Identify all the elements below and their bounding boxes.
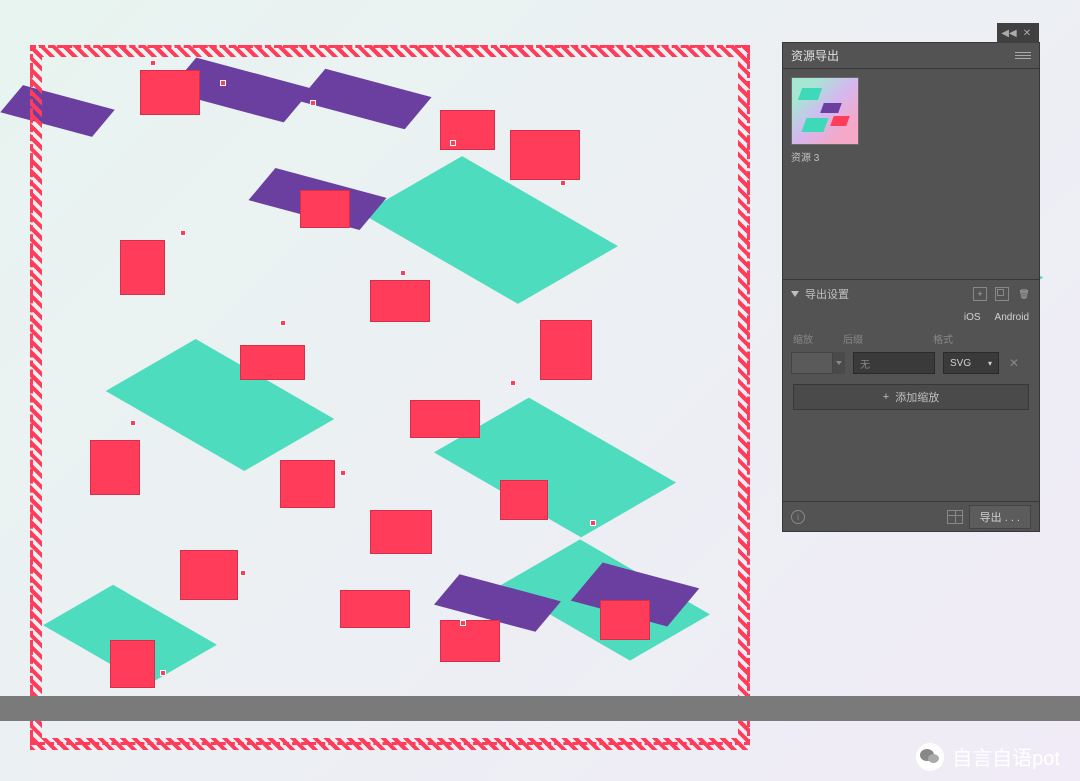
add-grid-icon[interactable]: +: [973, 287, 987, 301]
header-scale: 缩放: [793, 331, 843, 346]
panel-footer: i 导出 . . .: [783, 501, 1039, 531]
format-value: SVG: [950, 358, 971, 369]
scale-dropdown-icon[interactable]: [833, 352, 845, 374]
add-scale-button[interactable]: + 添加缩放: [793, 384, 1029, 410]
export-button[interactable]: 导出 . . .: [969, 505, 1031, 529]
panel-close-icon[interactable]: ✕: [1019, 25, 1035, 41]
wechat-icon: [916, 743, 944, 771]
info-icon[interactable]: i: [791, 510, 805, 524]
asset-thumbnail[interactable]: [791, 77, 859, 145]
bottom-scrollbar-track[interactable]: [0, 696, 1080, 721]
asset-list[interactable]: 资源 3: [783, 69, 1039, 279]
watermark: 自言自语pot: [916, 742, 1060, 771]
remove-row-icon[interactable]: ✕: [1007, 356, 1021, 370]
panel-title: 资源导出: [791, 47, 1015, 64]
export-settings-title: 导出设置: [805, 286, 967, 302]
plus-icon: +: [883, 391, 889, 403]
selection-marquee: [30, 45, 750, 750]
section-toggle-icon[interactable]: [791, 291, 799, 297]
panel-window-controls: ◀◀ ✕: [997, 23, 1039, 43]
suffix-input[interactable]: 无: [853, 352, 935, 374]
add-scale-label: 添加缩放: [895, 389, 939, 405]
panel-collapse-icon[interactable]: ◀◀: [1001, 25, 1017, 41]
export-settings-header[interactable]: 导出设置 + 🗑: [783, 280, 1039, 308]
header-suffix: 后缀: [843, 331, 933, 346]
export-settings-section: 导出设置 + 🗑 iOS Android 缩放 后缀 格式 无 SVG: [783, 279, 1039, 410]
column-headers: 缩放 后缀 格式: [783, 327, 1039, 348]
chevron-down-icon: ▾: [988, 359, 992, 368]
format-select[interactable]: SVG ▾: [943, 352, 999, 374]
scale-input[interactable]: [791, 352, 833, 374]
platform-tabs: iOS Android: [783, 308, 1039, 327]
panel-header: 资源导出: [783, 43, 1039, 69]
watermark-text: 自言自语pot: [952, 742, 1060, 771]
export-format-row: 无 SVG ▾ ✕: [783, 348, 1039, 378]
duplicate-icon[interactable]: [995, 287, 1009, 301]
asset-item[interactable]: 资源 3: [791, 77, 863, 164]
asset-label: 资源 3: [791, 149, 863, 164]
preview-grid-icon[interactable]: [947, 510, 963, 524]
tab-android[interactable]: Android: [995, 312, 1029, 323]
header-format: 格式: [933, 331, 993, 346]
tab-ios[interactable]: iOS: [964, 312, 981, 323]
asset-export-panel: ◀◀ ✕ 资源导出 资源 3 导出设置 + 🗑: [782, 42, 1040, 532]
trash-icon[interactable]: 🗑: [1017, 287, 1031, 301]
panel-menu-icon[interactable]: [1015, 48, 1031, 64]
